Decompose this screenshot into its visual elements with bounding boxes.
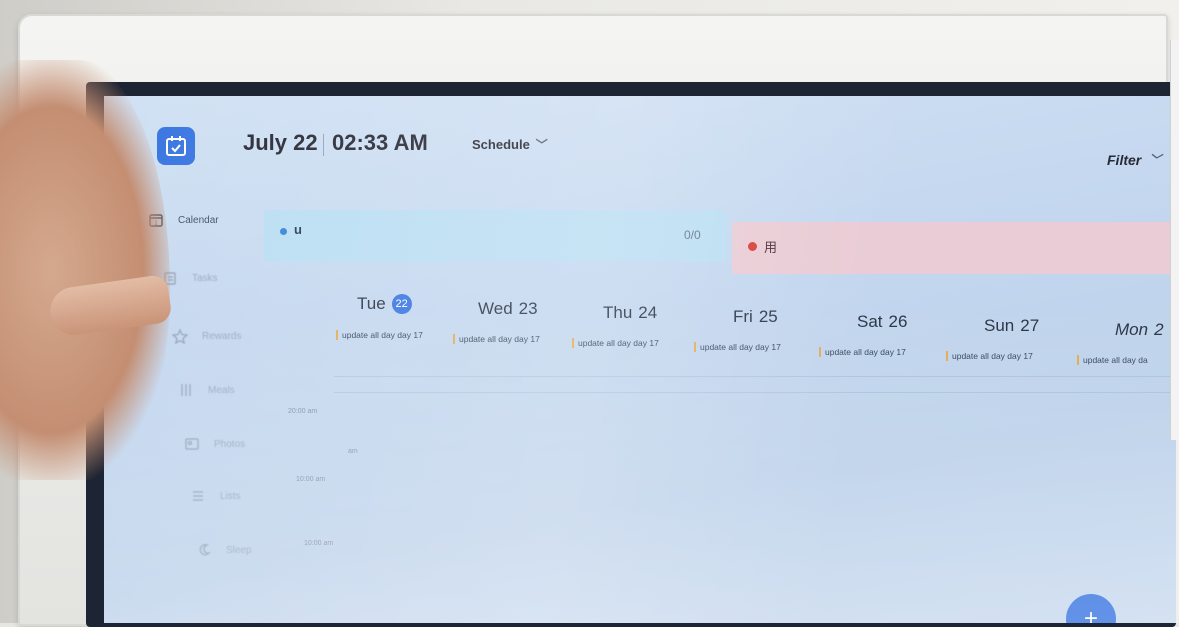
today-badge: 22 [391,294,412,314]
current-time: 02:33 AM [332,130,428,155]
filter-dropdown[interactable]: Filter ﹀ [1107,151,1161,168]
view-mode-dropdown[interactable]: Schedule ﹀ [472,136,548,153]
day-header-thu[interactable]: Thu 24 [603,303,657,323]
day-header-tue[interactable]: Tue 22 [357,294,412,314]
sidebar-item-rewards[interactable]: Rewards [172,328,241,344]
filter-label: Filter [1107,151,1142,168]
day-name: Fri [733,307,753,326]
user-color-dot [748,242,757,251]
add-event-button[interactable]: + [1066,594,1116,623]
day-name: Wed [478,299,513,318]
all-day-event[interactable]: update all day day 17 [819,347,906,357]
meals-icon [181,384,191,396]
sidebar-item-label: Rewards [202,330,242,342]
app-logo-calendar-check-icon[interactable] [157,127,195,165]
day-name: Thu [603,303,633,322]
sidebar-item-label: Tasks [192,272,218,284]
time-label: 20:00 am [288,408,318,415]
day-header-sat[interactable]: Sat 26 [857,312,907,332]
view-mode-label: Schedule [472,137,530,152]
sidebar-item-lists[interactable]: Lists [190,488,241,504]
sidebar-item-label: Calendar [178,214,219,226]
photos-icon [185,438,199,450]
app-screen: July 22 02:33 AM Schedule ﹀ Filter ﹀ 1 C… [104,96,1176,623]
user-color-dot [280,228,287,235]
current-date: July 22 [243,130,318,155]
time-label: am [348,448,358,455]
day-name: Sun [984,316,1015,335]
sleep-icon [199,544,211,556]
task-count: 0/0 [684,228,701,242]
agenda-user-label: 用 [764,240,778,255]
grid-line [334,376,1174,377]
agenda-user-u[interactable]: u 0/0 [264,210,726,262]
sidebar-item-label: Photos [214,438,246,450]
day-name: Mon [1115,320,1149,339]
day-name: Tue [357,294,386,313]
edge-strip [1170,40,1179,440]
all-day-event[interactable]: update all day day 17 [453,334,540,344]
sidebar-item-meals[interactable]: Meals [178,382,235,398]
sidebar-item-sleep[interactable]: Sleep [196,542,252,558]
day-header-sun[interactable]: Sun 27 [984,316,1039,336]
star-icon [172,328,188,344]
all-day-event[interactable]: update all day day 17 [694,342,781,352]
day-number: 26 [888,312,908,331]
day-number: 2 [1154,320,1164,339]
all-day-event[interactable]: update all day day 17 [336,330,423,340]
sidebar-item-tasks[interactable]: Tasks [162,270,218,286]
all-day-event[interactable]: update all day day 17 [946,351,1033,361]
all-day-event[interactable]: update all day da [1077,355,1148,365]
sidebar-item-label: Sleep [226,544,252,556]
agenda-user-cn[interactable]: 用 [732,222,1176,274]
sidebar-item-label: Meals [208,384,235,396]
sidebar-item-photos[interactable]: Photos [184,436,245,452]
title-divider [323,134,324,156]
day-number: 23 [518,299,538,318]
chevron-down-icon: ﹀ [1149,153,1162,167]
day-name: Sat [857,312,883,331]
grid-line [334,392,1174,393]
agenda-user-label: u [294,222,302,237]
time-label: 10:00 am [296,476,326,483]
day-number: 27 [1020,316,1040,335]
day-header-wed[interactable]: Wed 23 [478,299,538,319]
day-header-mon[interactable]: Mon 2 [1115,320,1164,340]
day-number: 24 [638,303,658,322]
lists-icon [193,491,203,501]
chevron-down-icon: ﹀ [535,138,548,152]
day-header-fri[interactable]: Fri 25 [733,307,778,327]
sidebar-item-label: Lists [220,490,241,502]
all-day-event[interactable]: update all day day 17 [572,338,659,348]
time-label: 10:00 am [304,540,334,547]
day-number: 25 [758,307,778,326]
